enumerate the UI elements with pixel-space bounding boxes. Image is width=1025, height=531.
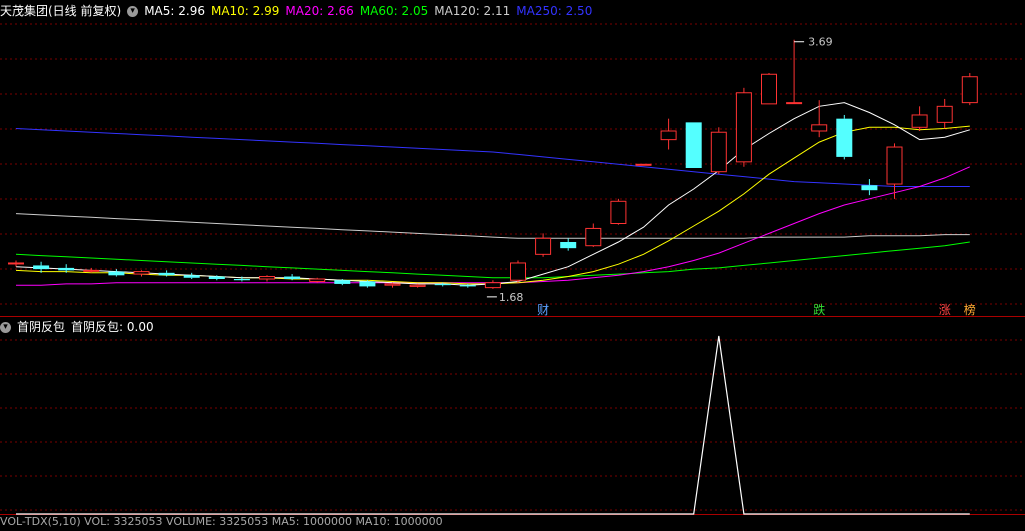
candle-body-up bbox=[735, 92, 752, 163]
candle-body-down bbox=[33, 265, 50, 270]
candle-body-down bbox=[861, 185, 878, 191]
candle-body-down bbox=[233, 279, 250, 281]
ma-legend-item: MA5: 2.96 bbox=[144, 4, 205, 18]
indicator-value: 首阴反包: 0.00 bbox=[71, 320, 154, 334]
indicator-panel bbox=[16, 335, 970, 515]
volume-header: VOL-TDX(5,10) VOL: 3325053 VOLUME: 33250… bbox=[0, 513, 449, 531]
candle-body-down bbox=[58, 267, 75, 271]
candle-body-up bbox=[936, 105, 953, 123]
candle-body-up bbox=[384, 283, 401, 286]
candle-body-up bbox=[259, 276, 275, 280]
low-price-label: 1.68 bbox=[499, 291, 524, 304]
chart-canvas: 3.69 1.68 财 跌 涨榜 bbox=[0, 23, 1025, 515]
ma-legend-item: MA10: 2.99 bbox=[210, 4, 280, 18]
indicator-settings-icon[interactable]: ▾ bbox=[0, 322, 11, 333]
ma-legend-item: MA250: 2.50 bbox=[516, 4, 593, 18]
candle-body-down bbox=[208, 276, 225, 279]
candle-body-up bbox=[510, 262, 526, 281]
candle-body-up bbox=[811, 124, 828, 132]
candle-body-down bbox=[836, 118, 853, 157]
candle-body-up bbox=[635, 163, 652, 166]
candle-body-down bbox=[158, 272, 175, 276]
candle-body-down bbox=[183, 275, 200, 278]
ma-legend-item: MA20: 2.66 bbox=[285, 4, 354, 18]
candle-body-down bbox=[359, 281, 376, 287]
candle-body-up bbox=[610, 200, 627, 225]
high-price-label: 3.69 bbox=[808, 36, 833, 49]
candle-body-up bbox=[660, 130, 677, 141]
candle-body-down bbox=[459, 285, 476, 287]
candle-body-up bbox=[961, 76, 978, 104]
candle-body-down bbox=[108, 271, 125, 276]
ma-legend-item: MA60: 2.05 bbox=[359, 4, 429, 18]
event-marker: 榜 bbox=[964, 302, 976, 317]
candle-body-down bbox=[560, 242, 577, 249]
candle-body-up bbox=[911, 114, 928, 128]
event-marker: 财 bbox=[537, 303, 549, 317]
ma120-line bbox=[15, 213, 970, 239]
candle-body-up bbox=[535, 237, 552, 255]
candle-body-up bbox=[886, 146, 903, 185]
candle-body-down bbox=[434, 283, 451, 286]
candle-body-down bbox=[685, 122, 702, 168]
volume-header-text: VOL-TDX(5,10) VOL: 3325053 VOLUME: 33250… bbox=[0, 515, 443, 528]
ma-legend: MA5: 2.96 MA10: 2.99 MA20: 2.66 MA60: 2.05 M… bbox=[144, 4, 598, 18]
stock-title[interactable]: 天茂集团(日线 前复权) bbox=[0, 4, 121, 18]
indicator-title[interactable]: 首阴反包 bbox=[17, 320, 65, 334]
candle-body-down bbox=[334, 280, 351, 284]
candle-body-up bbox=[710, 131, 727, 173]
ma10-line bbox=[15, 125, 970, 285]
indicator-line bbox=[16, 335, 970, 515]
ma-legend-item: MA120: 2.11 bbox=[434, 4, 511, 18]
settings-gear-icon[interactable]: ▾ bbox=[127, 6, 139, 17]
main-chart-header: 天茂集团(日线 前复权) ▾ MA5: 2.96 MA10: 2.99 MA20: 2.… bbox=[0, 2, 604, 20]
candle-body-up bbox=[484, 282, 501, 289]
candle-body-up bbox=[409, 284, 426, 287]
candle-body-up bbox=[83, 269, 100, 272]
candle-body-up bbox=[585, 227, 602, 247]
candle-body-up bbox=[761, 73, 777, 105]
ma20-line bbox=[16, 166, 971, 286]
candle-body-up bbox=[8, 262, 24, 265]
event-marker: 跌 bbox=[813, 302, 825, 317]
ma60-line bbox=[15, 241, 970, 279]
ma250-line bbox=[15, 128, 970, 187]
candle-body-up bbox=[786, 102, 803, 105]
event-marker: 涨 bbox=[939, 302, 951, 317]
candle-body-up bbox=[309, 278, 326, 282]
indicator-header: ▾ 首阴反包 首阴反包: 0.00 bbox=[0, 318, 160, 336]
candle-body-up bbox=[133, 271, 150, 275]
candle-body-down bbox=[284, 276, 301, 279]
